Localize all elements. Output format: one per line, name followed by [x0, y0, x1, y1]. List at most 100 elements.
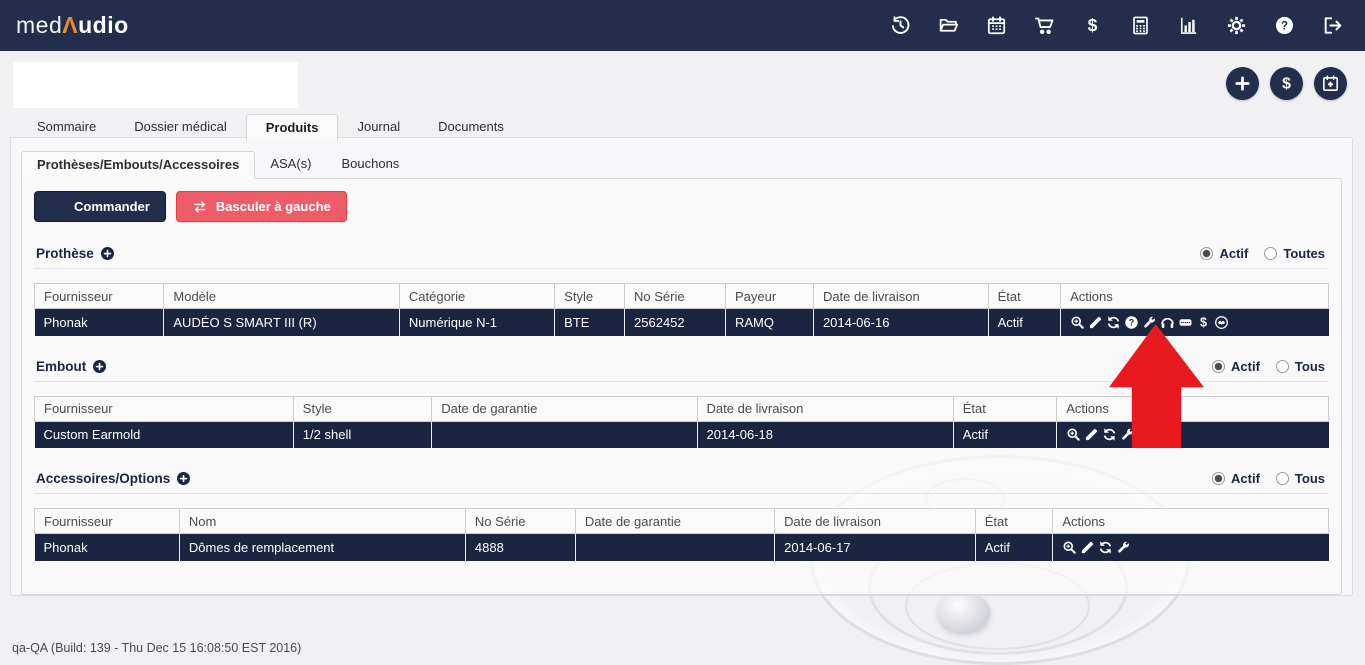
handshake-icon[interactable] [1214, 315, 1229, 330]
column-header-nom: Nom [179, 509, 465, 534]
toolbar: Commander Basculer à gauche [34, 191, 1329, 222]
cell-no-serie: 4888 [465, 534, 575, 561]
quick-calendar-plus-button[interactable] [1314, 67, 1347, 100]
radio-label: Actif [1219, 246, 1248, 261]
cell-date-de-livraison: 2014-06-16 [813, 309, 988, 336]
plus-circle-icon[interactable] [92, 359, 107, 374]
radio-label: Toutes [1283, 246, 1325, 261]
radio-circle [1276, 360, 1289, 373]
sync-icon[interactable] [1098, 540, 1113, 555]
folder-open-icon[interactable] [938, 15, 959, 36]
column-header-style: Style [293, 396, 431, 421]
dollar-icon[interactable]: $ [1082, 15, 1103, 36]
radio-label: Actif [1231, 471, 1260, 486]
tab-documents[interactable]: Documents [419, 114, 523, 141]
cell-no-serie: 2562452 [625, 309, 726, 336]
radio-label: Actif [1231, 359, 1260, 374]
column-header-categorie: Catégorie [399, 284, 554, 309]
commander-button-label: Commander [74, 199, 150, 214]
quick-plus-button[interactable] [1226, 67, 1259, 100]
section-accessoires-options: Accessoires/Options Actif Tous FournisseurN… [34, 469, 1329, 561]
radio-circle [1200, 247, 1213, 260]
section-title: Accessoires/Options [36, 471, 191, 486]
basculer-button-label: Basculer à gauche [216, 199, 331, 214]
dollar-icon: $ [1277, 74, 1296, 93]
sync-icon[interactable] [1106, 315, 1121, 330]
main-tab-bar: SommaireDossier médicalProduitsJournalDo… [10, 114, 1353, 141]
cell-categorie: Numérique N-1 [399, 309, 554, 336]
section-title-label: Prothèse [36, 246, 94, 261]
cell-fournisseur: Custom Earmold [35, 421, 294, 448]
tab-produits[interactable]: Produits [246, 114, 339, 142]
gear-icon[interactable] [1226, 15, 1247, 36]
commander-button[interactable]: Commander [34, 191, 166, 222]
row-actions [1066, 427, 1319, 442]
calendar-plus-icon [1321, 74, 1340, 93]
subtab-bouchons[interactable]: Bouchons [326, 151, 414, 178]
sync-icon[interactable] [1102, 427, 1117, 442]
subtab-asa-s[interactable]: ASA(s) [255, 151, 326, 178]
table-header-row: FournisseurModèleCatégorieStyleNo SérieP… [35, 284, 1329, 309]
sign-out-icon[interactable] [1322, 15, 1343, 36]
row-actions [1062, 540, 1319, 555]
filter-radio-actif[interactable]: Actif [1212, 359, 1260, 374]
search-plus-icon[interactable] [1070, 315, 1085, 330]
tab-journal[interactable]: Journal [338, 114, 419, 141]
filter-radio-toutes[interactable]: Toutes [1264, 246, 1325, 261]
headphones-icon[interactable] [1160, 315, 1175, 330]
help-icon[interactable]: ? [1274, 15, 1295, 36]
column-header-fournisseur: Fournisseur [35, 284, 164, 309]
filter-radio-actif[interactable]: Actif [1200, 246, 1248, 261]
section-prothese: Prothèse Actif Toutes FournisseurModèleCaté… [34, 244, 1329, 336]
wrench-icon[interactable] [1116, 540, 1131, 555]
tab-dossier-medical[interactable]: Dossier médical [115, 114, 245, 141]
search-plus-icon[interactable] [1062, 540, 1077, 555]
equipment-icon[interactable] [1178, 315, 1193, 330]
cell-date-de-livraison: 2014-06-17 [775, 534, 976, 561]
column-header-actions: Actions [1053, 509, 1329, 534]
bar-chart-icon[interactable] [1178, 15, 1199, 36]
question-icon[interactable]: ? [1124, 315, 1139, 330]
filter-radio-actif[interactable]: Actif [1212, 471, 1260, 486]
filter-radio-tous[interactable]: Tous [1276, 359, 1325, 374]
pencil-icon[interactable] [1080, 540, 1095, 555]
calculator-icon[interactable] [1130, 15, 1151, 36]
column-header-actions: Actions [1061, 284, 1329, 309]
svg-text:?: ? [1281, 19, 1288, 33]
subtab-protheses-embouts-accessoires[interactable]: Prothèses/Embouts/Accessoires [21, 151, 255, 179]
dollar-icon[interactable]: $ [1196, 315, 1211, 330]
logo-suffix: udio [78, 12, 129, 38]
table-row[interactable]: PhonakAUDÉO S SMART III (R)Numérique N-1… [35, 309, 1329, 336]
svg-text:$: $ [1200, 315, 1207, 329]
search-plus-icon[interactable] [1066, 427, 1081, 442]
section-table: FournisseurNomNo SérieDate de garantieDa… [34, 508, 1329, 561]
cell-etat: Actif [953, 421, 1057, 448]
logo-accent: Λ [62, 12, 78, 38]
table-row[interactable]: PhonakDômes de remplacement48882014-06-1… [35, 534, 1329, 561]
cart-icon[interactable] [1034, 15, 1055, 36]
pencil-icon[interactable] [1088, 315, 1103, 330]
cell-payeur: RAMQ [725, 309, 813, 336]
basculer-a-gauche-button[interactable]: Basculer à gauche [176, 191, 347, 222]
table-header-row: FournisseurNomNo SérieDate de garantieDa… [35, 509, 1329, 534]
filter-radio-tous[interactable]: Tous [1276, 471, 1325, 486]
history-icon[interactable] [890, 15, 911, 36]
patient-info-card [13, 62, 298, 108]
radio-label: Tous [1295, 471, 1325, 486]
calendar-icon[interactable] [986, 15, 1007, 36]
tab-sommaire[interactable]: Sommaire [18, 114, 115, 141]
plus-circle-icon[interactable] [176, 471, 191, 486]
filter-radio-group: Actif Tous [1212, 359, 1325, 374]
background-water-drop [938, 592, 990, 632]
section-header: Accessoires/Options Actif Tous [34, 469, 1329, 494]
build-info: qa-QA (Build: 139 - Thu Dec 15 16:08:50 … [12, 641, 301, 655]
radio-circle [1264, 247, 1277, 260]
pencil-icon[interactable] [1084, 427, 1099, 442]
cell-modele: AUDÉO S SMART III (R) [164, 309, 400, 336]
quick-dollar-button[interactable]: $ [1270, 67, 1303, 100]
column-header-etat: État [953, 396, 1057, 421]
column-header-style: Style [555, 284, 625, 309]
cell-fournisseur: Phonak [35, 309, 164, 336]
radio-circle [1212, 360, 1225, 373]
plus-circle-icon[interactable] [100, 246, 115, 261]
